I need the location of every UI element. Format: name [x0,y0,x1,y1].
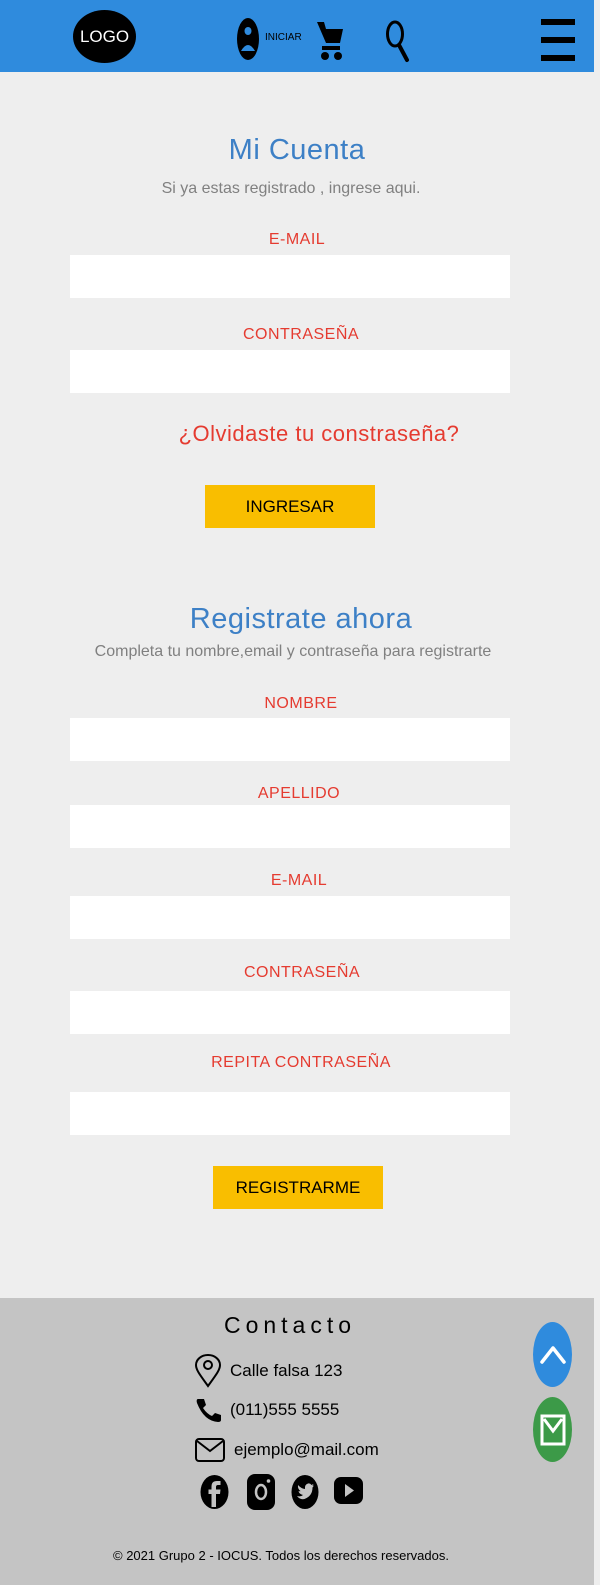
login-title: Mi Cuenta [228,134,366,166]
register-button[interactable]: REGISTRARME [213,1166,383,1209]
cart-icon[interactable] [316,19,344,63]
mail-icon [540,1414,565,1445]
facebook-icon[interactable] [200,1474,229,1510]
register-subtitle: Completa tu nombre,email y contraseña pa… [94,643,492,660]
header-bar: LOGO INICIAR [0,0,594,72]
login-button[interactable]: INGRESAR [205,485,375,528]
user-icon[interactable] [236,17,260,61]
login-email-label: E-MAIL [268,231,326,248]
register-repeat-password-label: REPITA CONTRASEÑA [211,1054,391,1071]
login-link[interactable]: INICIAR [265,32,302,43]
youtube-icon[interactable] [334,1474,363,1504]
contact-phone: (011)555 5555 [194,1397,339,1423]
contact-mail-button[interactable] [533,1397,572,1462]
register-password-label: CONTRASEÑA [243,964,361,981]
forgot-password-link[interactable]: ¿Olvidaste tu constraseña? [22,421,600,447]
contact-email: ejemplo@mail.com [194,1436,379,1464]
login-password-label: CONTRASEÑA [242,326,360,343]
login-password-field[interactable] [70,350,510,393]
register-name-field[interactable] [70,718,510,761]
register-lastname-label: APELLIDO [257,785,341,802]
address-text: Calle falsa 123 [230,1361,343,1380]
login-email-field[interactable] [70,255,510,298]
scroll-to-top-button[interactable] [533,1322,572,1387]
contact-address: Calle falsa 123 [194,1354,342,1388]
instagram-icon[interactable] [247,1474,275,1510]
register-title: Registrate ahora [189,603,413,635]
menu-icon[interactable] [541,19,575,61]
mail-icon [195,1438,225,1462]
twitter-icon[interactable] [291,1474,319,1510]
logo[interactable]: LOGO [73,10,136,63]
contact-title: Contacto [223,1312,357,1338]
register-name-label: NOMBRE [264,695,338,712]
footer: Contacto Calle falsa 123 (011)555 5555 e… [0,1298,594,1585]
search-icon[interactable] [385,20,411,64]
phone-icon [196,1399,221,1422]
register-repeat-password-field[interactable] [70,1092,510,1135]
register-password-field[interactable] [70,991,510,1034]
login-subtitle: Si ya estas registrado , ingrese aqui. [161,180,421,197]
chevron-up-icon [539,1345,566,1364]
email-text[interactable]: ejemplo@mail.com [234,1440,379,1460]
register-email-label: E-MAIL [270,872,328,889]
phone-text: (011)555 5555 [230,1400,340,1419]
register-email-field[interactable] [70,896,510,939]
copyright-text: © 2021 Grupo 2 - IOCUS. Todos los derech… [113,1548,449,1563]
location-pin-icon [194,1354,222,1388]
register-lastname-field[interactable] [70,805,510,848]
